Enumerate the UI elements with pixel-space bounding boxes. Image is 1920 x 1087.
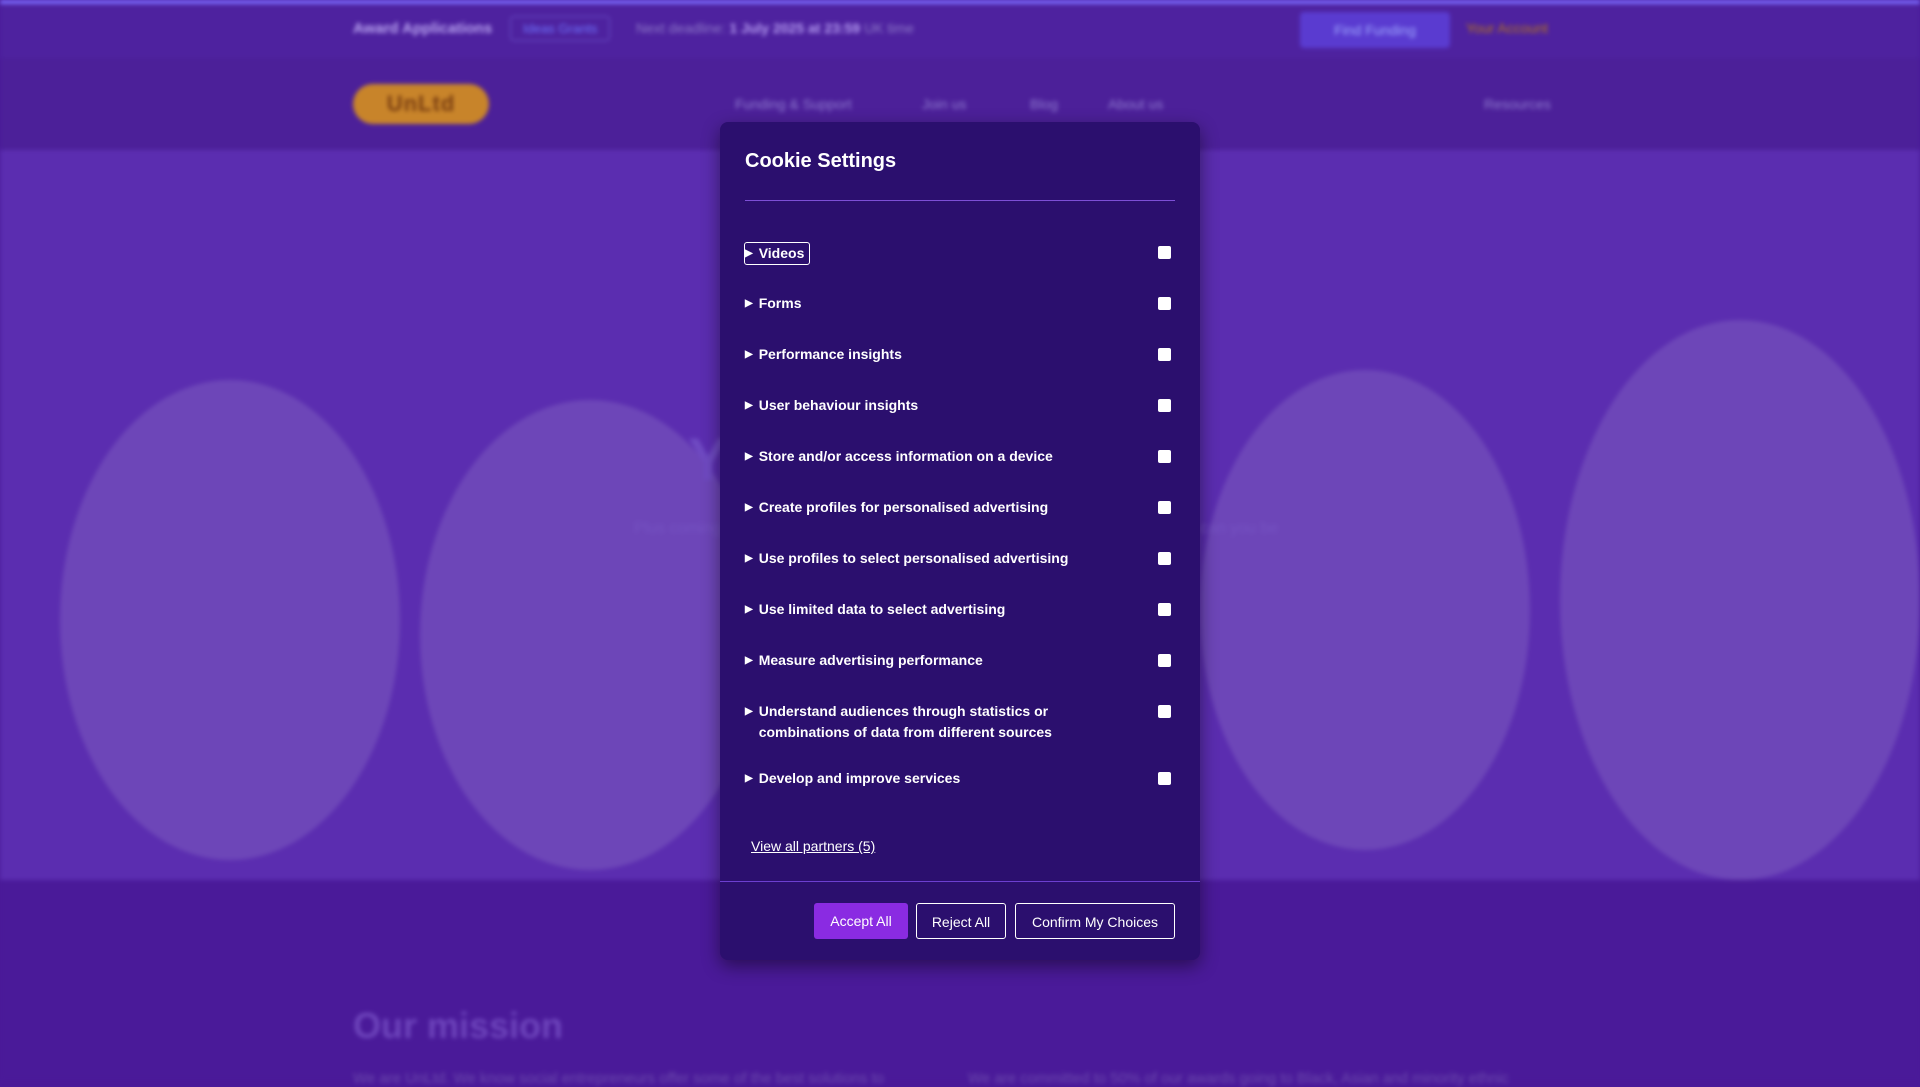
category-label: Videos [758,245,805,261]
category-checkbox-store-access-info[interactable] [1158,450,1171,463]
category-checkbox-understand-audiences[interactable] [1158,705,1171,718]
expand-triangle-icon: ▶ [745,248,753,259]
category-checkbox-develop-services[interactable] [1158,772,1171,785]
category-checkbox-create-profiles[interactable] [1158,501,1171,514]
category-label: Forms [758,295,802,311]
deadline-prefix: Next deadline: [636,20,726,36]
expand-triangle-icon: ▶ [745,298,753,309]
expand-triangle-icon: ▶ [745,400,753,411]
accept-all-button[interactable]: Accept All [814,903,908,939]
category-row-limited-data: ▶ Use limited data to select advertising [745,599,1175,620]
expand-triangle-icon: ▶ [745,604,753,615]
category-label: Develop and improve services [758,770,961,786]
deadline-suffix: UK time [864,20,914,36]
category-toggle-performance-insights[interactable]: ▶ Performance insights [745,344,1140,365]
category-label: Measure advertising performance [758,652,983,668]
open-applications-label: Award Applications [353,20,493,37]
category-checkbox-use-profiles[interactable] [1158,552,1171,565]
footer-divider [720,881,1200,882]
mission-heading: Our mission [353,1005,564,1046]
category-toggle-measure-advertising[interactable]: ▶ Measure advertising performance [745,650,1140,671]
expand-triangle-icon: ▶ [745,655,753,666]
category-row-measure-advertising: ▶ Measure advertising performance [745,650,1175,671]
category-label: User behaviour insights [758,397,919,413]
category-label: Store and/or access information on a dev… [758,448,1053,464]
category-label: Use profiles to select personalised adve… [758,550,1069,566]
mission-text-right: We are committed to 50% of our awards go… [968,1070,1509,1087]
hero-face-1 [60,380,400,860]
category-row-user-behaviour-insights: ▶ User behaviour insights [745,395,1175,416]
reject-all-button[interactable]: Reject All [916,903,1006,939]
category-row-develop-services: ▶ Develop and improve services [745,768,1175,789]
nav-item-about: About us [1108,96,1164,112]
top-bar: Award Applications Ideas Grants Next dea… [0,4,1920,58]
expand-triangle-icon: ▶ [745,451,753,462]
hero-face-3 [1200,370,1530,850]
hero-subtitle-left: Plus coming [634,520,722,537]
hero-subtitle-right: can you be [1200,520,1279,537]
category-toggle-use-profiles[interactable]: ▶ Use profiles to select personalised adv… [745,548,1140,569]
category-toggle-user-behaviour-insights[interactable]: ▶ User behaviour insights [745,395,1140,416]
title-divider [745,200,1175,201]
deadline-text: Next deadline: 1 July 2025 at 23:59 UK t… [636,20,914,36]
expand-triangle-icon: ▶ [745,349,753,360]
nav-item-resources: Resources [1484,96,1551,112]
category-checkbox-user-behaviour-insights[interactable] [1158,399,1171,412]
category-row-use-profiles: ▶ Use profiles to select personalised adv… [745,548,1175,569]
category-toggle-videos[interactable]: ▶ Videos [744,242,811,265]
category-toggle-understand-audiences[interactable]: ▶ Understand audiences through statistics… [745,701,1140,743]
category-label: Performance insights [758,346,902,362]
view-partners-link[interactable]: View all partners (5) [751,838,875,854]
category-toggle-create-profiles[interactable]: ▶ Create profiles for personalised advert… [745,497,1140,518]
expand-triangle-icon: ▶ [745,553,753,564]
category-toggle-store-access-info[interactable]: ▶ Store and/or access information on a de… [745,446,1140,467]
category-row-forms: ▶ Forms [745,293,1175,314]
find-funding-button: Find Funding [1300,12,1450,48]
deadline-date: 1 July 2025 at 23:59 [729,20,861,36]
category-toggle-limited-data[interactable]: ▶ Use limited data to select advertising [745,599,1140,620]
expand-triangle-icon: ▶ [745,773,753,784]
category-label: Understand audiences through statistics … [758,703,1052,740]
category-row-understand-audiences: ▶ Understand audiences through statistics… [745,701,1175,743]
category-row-store-access-info: ▶ Store and/or access information on a de… [745,446,1175,467]
category-row-videos: ▶ Videos [744,242,1175,265]
cookie-settings-dialog: Cookie Settings ▶ Videos ▶ Forms ▶ Performa… [720,122,1200,960]
expand-triangle-icon: ▶ [745,502,753,513]
category-checkbox-performance-insights[interactable] [1158,348,1171,361]
category-row-performance-insights: ▶ Performance insights [745,344,1175,365]
dialog-title: Cookie Settings [745,150,897,172]
account-link: Your Account [1466,20,1548,36]
site-logo: UnLtd [353,84,489,124]
nav-item-join: Join us [922,96,967,112]
nav-item-blog: Blog [1030,96,1059,112]
category-toggle-develop-services[interactable]: ▶ Develop and improve services [745,768,1140,789]
applications-badge: Ideas Grants [510,16,611,41]
mission-text-left: We are UnLtd. We know social entrepreneu… [353,1070,885,1087]
category-checkbox-limited-data[interactable] [1158,603,1171,616]
nav-item-funding: Funding & Support [735,96,852,112]
expand-triangle-icon: ▶ [745,706,753,717]
hero-face-4 [1560,320,1920,880]
category-checkbox-measure-advertising[interactable] [1158,654,1171,667]
category-label: Use limited data to select advertising [758,601,1006,617]
category-toggle-forms[interactable]: ▶ Forms [745,293,1140,314]
category-row-create-profiles: ▶ Create profiles for personalised advert… [745,497,1175,518]
category-label: Create profiles for personalised adverti… [758,499,1049,515]
category-checkbox-videos[interactable] [1158,246,1171,259]
confirm-choices-button[interactable]: Confirm My Choices [1015,903,1175,939]
category-checkbox-forms[interactable] [1158,297,1171,310]
